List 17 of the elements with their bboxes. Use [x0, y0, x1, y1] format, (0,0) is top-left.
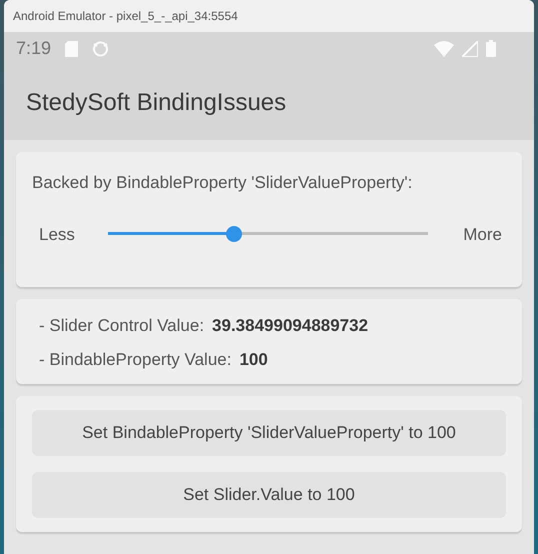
- value-label: - Slider Control Value:: [39, 315, 204, 337]
- app-title: StedySoft BindingIssues: [26, 88, 286, 118]
- signal-icon: [462, 40, 478, 56]
- slider-caption: Backed by BindableProperty 'SliderValueProperty':: [32, 172, 414, 194]
- max-label: More: [462, 224, 503, 246]
- value-text: 100: [239, 348, 268, 370]
- battery-icon: [486, 40, 496, 57]
- slider-thumb[interactable]: [226, 226, 242, 242]
- action-button[interactable]: Set BindableProperty 'SliderValueProperty' to 100: [32, 410, 506, 456]
- wifi-icon: [434, 40, 454, 56]
- value-text: 39.38499094889732: [212, 315, 368, 337]
- sd-card-icon: [65, 40, 78, 56]
- value-label: - BindableProperty Value:: [39, 348, 232, 370]
- clock-time: 7:19: [16, 37, 52, 60]
- window-title: Android Emulator - pixel_5_-_api_34:5554: [13, 8, 238, 25]
- action-button[interactable]: Set Slider.Value to 100: [32, 472, 506, 518]
- min-label: Less: [38, 224, 76, 246]
